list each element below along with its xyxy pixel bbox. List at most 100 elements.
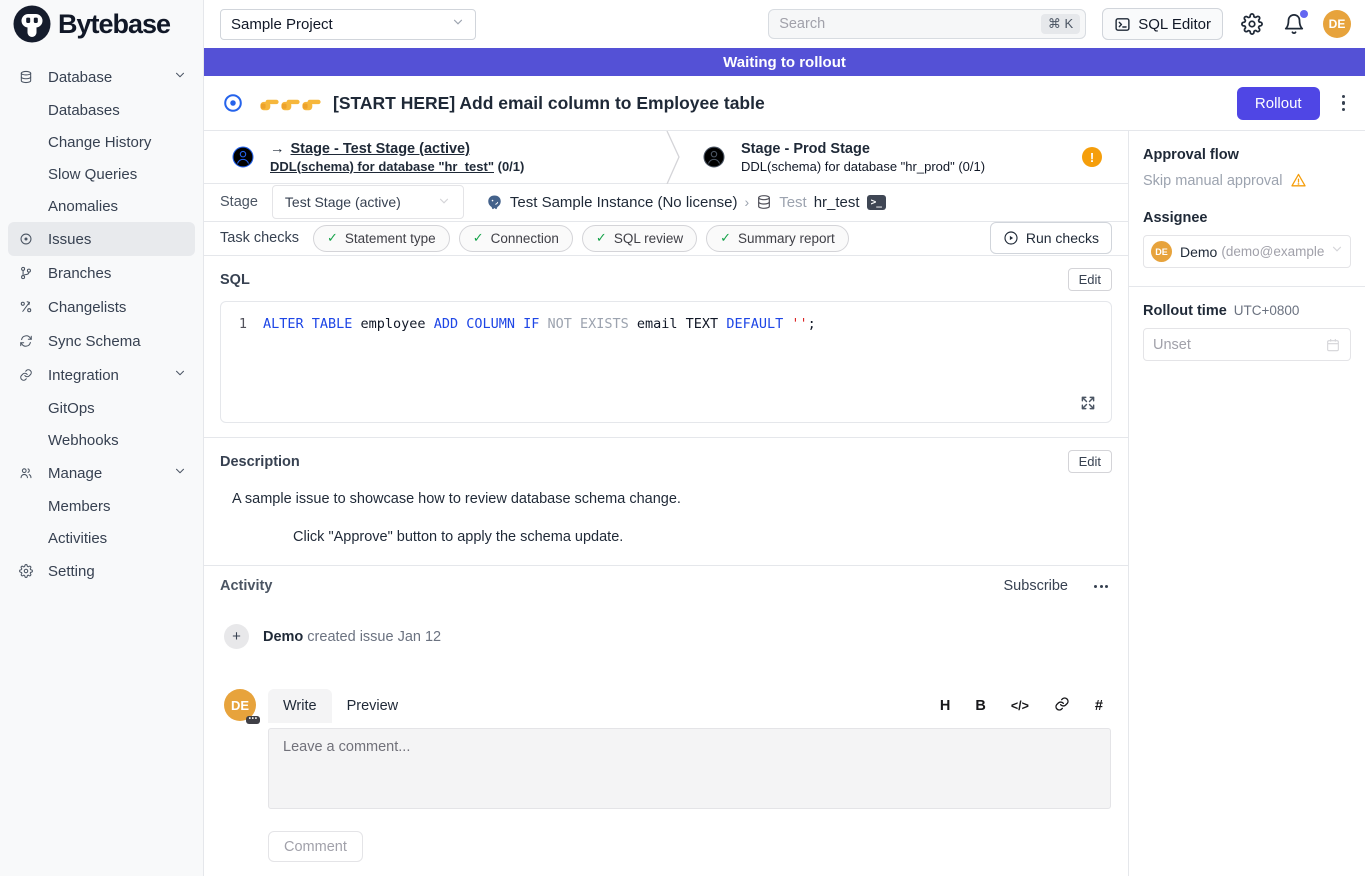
instance-link[interactable]: Test Sample Instance (No license) (510, 194, 738, 211)
task-checks-label: Task checks (220, 230, 299, 246)
sidebar-item-label: Activities (48, 530, 107, 547)
run-checks-button[interactable]: Run checks (990, 222, 1112, 254)
sidebar-item-change-history[interactable]: Change History (8, 126, 195, 158)
expand-fullscreen-icon[interactable] (1079, 394, 1097, 412)
topbar-right: ⌘ K SQL Editor DE (768, 8, 1351, 40)
gear-icon (16, 561, 36, 581)
sidebar-item-label: Members (48, 498, 111, 515)
check-pill-sql-review[interactable]: ✓SQL review (582, 225, 697, 252)
issue-status-icon (222, 92, 244, 114)
sidebar-item-gitops[interactable]: GitOps (8, 392, 195, 424)
sidebar-item-databases[interactable]: Databases (8, 94, 195, 126)
comment-textarea[interactable] (268, 728, 1111, 809)
bold-format-button[interactable]: B (975, 698, 985, 714)
sql-edit-button[interactable]: Edit (1068, 268, 1112, 291)
comment-submit-button[interactable]: Comment (268, 831, 363, 862)
run-checks-label: Run checks (1026, 230, 1099, 246)
open-sql-editor-badge[interactable]: >_ (867, 195, 886, 210)
assignee-label: Assignee (1143, 210, 1351, 226)
project-select[interactable]: Sample Project (220, 9, 476, 40)
sidebar-item-label: Branches (48, 265, 111, 282)
sql-editor-button[interactable]: SQL Editor (1102, 8, 1223, 40)
approval-flow-value: Skip manual approval (1143, 172, 1351, 189)
stage-card-test[interactable]: → Stage - Test Stage (active) DDL(schema)… (204, 131, 666, 183)
subscribe-button[interactable]: Subscribe (1004, 578, 1068, 594)
terminal-icon (1114, 16, 1131, 33)
body-row: → Stage - Test Stage (active) DDL(schema)… (204, 131, 1365, 876)
sidebar-item-sync-schema[interactable]: Sync Schema (8, 324, 195, 358)
hash-format-button[interactable]: # (1095, 698, 1103, 714)
stage-task-link[interactable]: DDL(schema) for database "hr_test" (270, 159, 494, 174)
sidebar-item-label: Issues (48, 231, 91, 248)
sidebar-item-changelists[interactable]: Changelists (8, 290, 195, 324)
check-pill-summary-report[interactable]: ✓Summary report (706, 225, 849, 252)
sidebar: Bytebase Database Databases Change Histo… (0, 0, 204, 876)
active-stage-arrow: → (270, 141, 285, 157)
task-checks-bar: Task checks ✓Statement type ✓Connection … (204, 222, 1128, 256)
more-options-kebab-button[interactable] (1338, 89, 1349, 117)
search-shortcut-badge: ⌘ K (1041, 14, 1080, 34)
search-input[interactable] (779, 16, 1041, 32)
approval-flow-label: Approval flow (1143, 147, 1351, 163)
sql-code-block[interactable]: 1 ALTER TABLE employee ADD COLUMN IF NOT… (220, 301, 1112, 423)
description-edit-button[interactable]: Edit (1068, 450, 1112, 473)
tab-write[interactable]: Write (268, 689, 332, 723)
link-icon (16, 365, 36, 385)
activity-more-button[interactable] (1090, 581, 1112, 592)
link-format-button[interactable] (1054, 696, 1070, 716)
sidebar-item-branches[interactable]: Branches (8, 256, 195, 290)
stage-person-icon (701, 144, 727, 170)
check-pill-connection[interactable]: ✓Connection (459, 225, 573, 252)
issues-icon (16, 229, 36, 249)
postgresql-icon (486, 194, 503, 211)
rollout-time-label: Rollout time (1143, 303, 1227, 319)
check-icon: ✓ (473, 230, 484, 246)
database-link[interactable]: hr_test (814, 194, 860, 211)
comment-editor: DE••• Write Preview H B </> # (224, 689, 1112, 862)
avatar-initials: DE (231, 698, 249, 713)
description-text: A sample issue to showcase how to review… (232, 491, 1112, 507)
brand-logo[interactable]: Bytebase (0, 0, 203, 48)
rollout-time-input[interactable]: Unset (1143, 328, 1351, 361)
user-avatar[interactable]: DE (1323, 10, 1351, 38)
check-pill-label: Statement type (345, 231, 436, 246)
search-box[interactable]: ⌘ K (768, 9, 1086, 39)
activity-item-text: Democreated issue Jan 12 (263, 629, 441, 645)
sidebar-item-anomalies[interactable]: Anomalies (8, 190, 195, 222)
sidebar-item-webhooks[interactable]: Webhooks (8, 424, 195, 456)
sidebar-item-integration[interactable]: Integration (8, 358, 195, 392)
sidebar-item-slow-queries[interactable]: Slow Queries (8, 158, 195, 190)
calendar-icon (1325, 337, 1341, 353)
sidebar-item-members[interactable]: Members (8, 490, 195, 522)
tab-preview[interactable]: Preview (332, 689, 414, 723)
stage-title-link[interactable]: Stage - Test Stage (active) (291, 141, 470, 157)
sidebar-item-database[interactable]: Database (8, 60, 195, 94)
check-icon: ✓ (327, 230, 338, 246)
check-pill-statement-type[interactable]: ✓ Statement type (313, 225, 450, 252)
notifications-bell-button[interactable] (1281, 11, 1307, 37)
changelist-icon (16, 297, 36, 317)
check-icon: ✓ (596, 230, 607, 246)
sql-code-line: 1 ALTER TABLE employee ADD COLUMN IF NOT… (221, 314, 1111, 334)
sidebar-item-label: Integration (48, 367, 119, 384)
play-circle-icon (1003, 230, 1019, 246)
code-format-button[interactable]: </> (1011, 699, 1029, 713)
sql-section-title: SQL (220, 272, 250, 288)
rollout-button[interactable]: Rollout (1237, 87, 1320, 120)
sidebar-item-manage[interactable]: Manage (8, 456, 195, 490)
stage-separator-chevron (666, 131, 681, 184)
warning-triangle-icon (1290, 172, 1307, 189)
sql-statement: ALTER TABLE employee ADD COLUMN IF NOT E… (263, 314, 816, 334)
stage-select[interactable]: Test Stage (active) (272, 185, 464, 219)
issue-header: [START HERE] Add email column to Employe… (204, 76, 1365, 131)
sidebar-item-setting[interactable]: Setting (8, 554, 195, 588)
stage-card-prod[interactable]: Stage - Prod Stage DDL(schema) for datab… (681, 131, 1128, 183)
settings-gear-button[interactable] (1239, 11, 1265, 37)
heading-format-button[interactable]: H (940, 698, 950, 714)
description-title: Description (220, 454, 300, 470)
sidebar-item-activities[interactable]: Activities (8, 522, 195, 554)
assignee-select[interactable]: DE Demo (demo@example (1143, 235, 1351, 268)
rollout-time-label-row: Rollout time UTC+0800 (1143, 303, 1351, 319)
sidebar-item-issues[interactable]: Issues (8, 222, 195, 256)
brand-name: Bytebase (58, 9, 170, 40)
